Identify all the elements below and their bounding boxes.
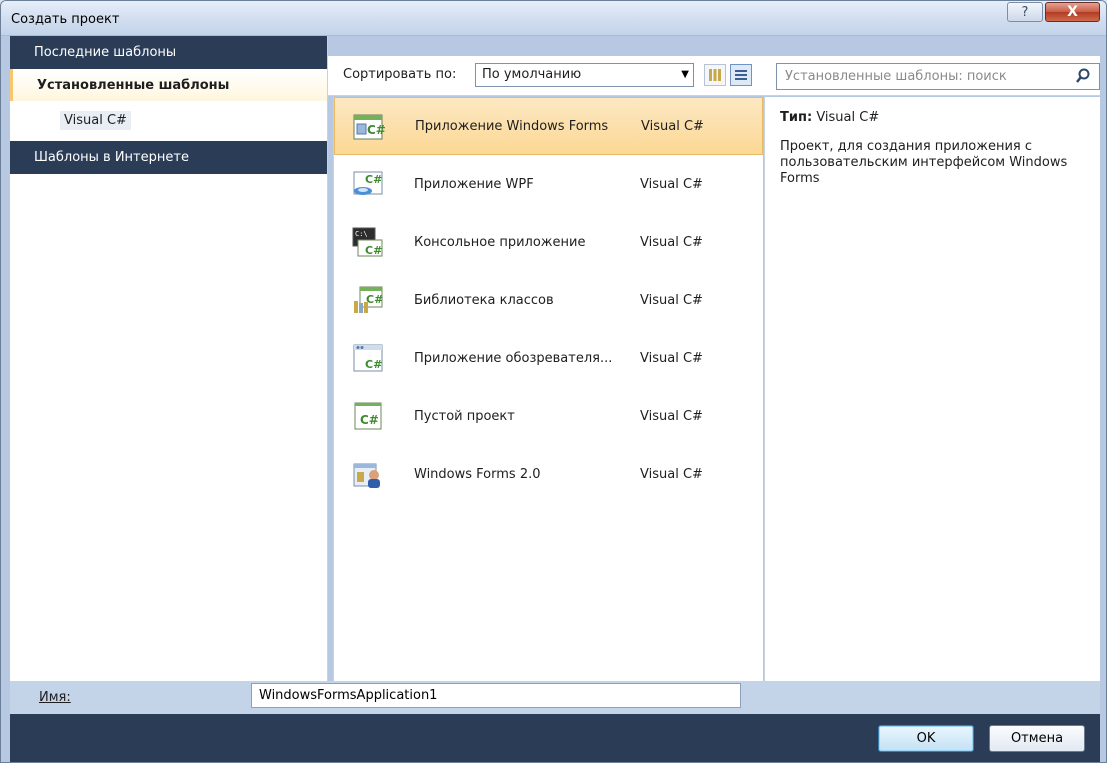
template-name: Пустой проект	[414, 408, 515, 424]
sort-dropdown[interactable]: По умолчанию ▼	[475, 63, 694, 87]
template-name: Консольное приложение	[414, 234, 586, 250]
empty-project-icon: C#	[354, 402, 382, 430]
chevron-down-icon: ▼	[681, 69, 689, 80]
project-name-input[interactable]: WindowsFormsApplication1	[251, 683, 741, 708]
close-button[interactable]: X	[1045, 2, 1100, 22]
list-view-button[interactable]	[730, 64, 752, 86]
type-line: Тип: Visual C#	[780, 110, 1100, 125]
template-details: Тип: Visual C# Проект, для создания прил…	[764, 97, 1100, 681]
template-description: Проект, для создания приложения с пользо…	[780, 139, 1068, 186]
template-language: Visual C#	[640, 176, 703, 192]
template-search-input[interactable]: Установленные шаблоны: поиск	[776, 63, 1100, 90]
svg-text:C#: C#	[365, 244, 382, 257]
template-name: Приложение обозревателя...	[414, 350, 613, 366]
grid-view-icon	[709, 69, 721, 81]
new-project-dialog: Создать проект ? X Последние шаблоны Уст…	[0, 0, 1107, 763]
template-name: Windows Forms 2.0	[414, 466, 541, 482]
nav-visual-csharp[interactable]: Visual C#	[10, 101, 327, 141]
sort-dropdown-value: По умолчанию	[482, 67, 582, 82]
list-view-icon	[735, 70, 747, 80]
wpf-csharp-icon: C#	[353, 171, 383, 195]
template-language: Visual C#	[640, 234, 703, 250]
small-icons-view-button[interactable]	[704, 64, 726, 86]
template-language: Visual C#	[640, 408, 703, 424]
sort-label: Сортировать по:	[343, 67, 457, 82]
template-language: Visual C#	[641, 118, 704, 134]
ok-button[interactable]: OK	[878, 725, 974, 752]
template-row[interactable]: C# Пустой проект Visual C#	[334, 387, 763, 445]
template-nav: Последние шаблоны Установленные шаблоны …	[10, 36, 328, 681]
svg-text:C#: C#	[367, 123, 385, 137]
nav-visual-csharp-label: Visual C#	[60, 111, 131, 130]
name-row: Имя: WindowsFormsApplication1	[10, 681, 1100, 714]
window-title: Создать проект	[11, 12, 120, 27]
template-list: C# Приложение Windows Forms Visual C# C#…	[333, 97, 763, 681]
svg-text:C#: C#	[360, 413, 379, 427]
template-name: Приложение Windows Forms	[415, 118, 609, 134]
template-name: Библиотека классов	[414, 292, 554, 308]
class-library-icon: C#	[354, 286, 383, 313]
winforms-csharp-icon: C#	[353, 114, 385, 140]
template-row[interactable]: C# Приложение обозревателя... Visual C#	[334, 329, 763, 387]
nav-installed-templates[interactable]: Установленные шаблоны	[10, 69, 327, 101]
template-row[interactable]: C:\ C# Консольное приложение Visual C#	[334, 213, 763, 271]
svg-text:C#: C#	[365, 173, 382, 186]
type-label: Тип:	[780, 110, 813, 125]
template-language: Visual C#	[640, 350, 703, 366]
template-language: Visual C#	[640, 466, 703, 482]
svg-text:C#: C#	[365, 358, 382, 371]
help-button[interactable]: ?	[1007, 2, 1043, 22]
svg-text:C#: C#	[366, 293, 383, 306]
nav-online-templates[interactable]: Шаблоны в Интернете	[10, 141, 327, 174]
browser-app-icon: C#	[353, 344, 383, 372]
dialog-footer: OK Отмена	[10, 714, 1100, 762]
title-bar[interactable]: Создать проект ? X	[1, 1, 1106, 36]
type-value: Visual C#	[816, 110, 880, 125]
template-row[interactable]: C# Приложение Windows Forms Visual C#	[334, 97, 763, 155]
template-row[interactable]: Windows Forms 2.0 Visual C#	[334, 445, 763, 503]
nav-recent-templates[interactable]: Последние шаблоны	[10, 36, 327, 69]
cancel-button[interactable]: Отмена	[989, 725, 1085, 752]
svg-text:C:\: C:\	[355, 230, 368, 238]
search-placeholder: Установленные шаблоны: поиск	[785, 69, 1007, 84]
console-csharp-icon: C:\ C#	[352, 227, 383, 257]
template-row[interactable]: C# Библиотека классов Visual C#	[334, 271, 763, 329]
search-icon[interactable]	[1075, 68, 1091, 84]
template-row[interactable]: C# Приложение WPF Visual C#	[334, 155, 763, 213]
template-name: Приложение WPF	[414, 176, 534, 192]
sort-toolbar: Сортировать по: По умолчанию ▼ Установле…	[328, 56, 1100, 96]
name-label: Имя:	[39, 690, 71, 705]
winforms-2-icon	[353, 463, 380, 488]
template-language: Visual C#	[640, 292, 703, 308]
